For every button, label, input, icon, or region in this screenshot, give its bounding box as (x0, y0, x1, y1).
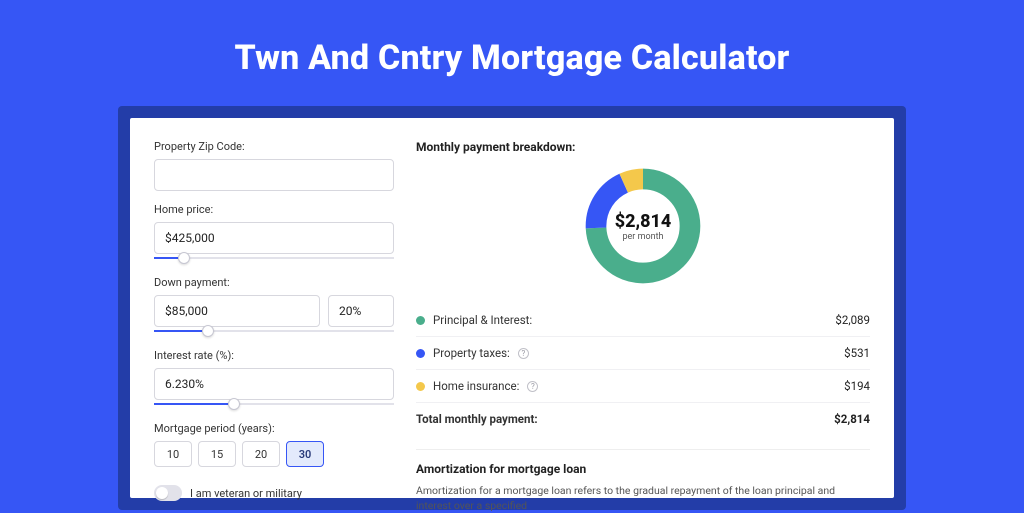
info-icon[interactable]: ? (527, 381, 538, 392)
dot-icon (416, 382, 425, 391)
breakdown-row-taxes: Property taxes: ? $531 (416, 336, 870, 369)
breakdown-label: Home insurance: (433, 379, 519, 393)
down-payment-input[interactable] (154, 295, 320, 327)
breakdown-value: $2,089 (835, 313, 870, 327)
dot-icon (416, 316, 425, 325)
breakdown-heading: Monthly payment breakdown: (416, 140, 870, 154)
donut-center-sub: per month (622, 232, 663, 242)
page-title: Twn And Cntry Mortgage Calculator (234, 38, 789, 78)
breakdown-donut-chart: $2,814 per month (581, 164, 705, 288)
panel-backplate: Property Zip Code: Home price: Down paym… (118, 106, 906, 510)
veteran-label: I am veteran or military (190, 487, 302, 500)
period-option-30[interactable]: 30 (286, 441, 324, 467)
zip-input[interactable] (154, 159, 394, 191)
breakdown-row-insurance: Home insurance: ? $194 (416, 369, 870, 402)
down-payment-label: Down payment: (154, 276, 394, 289)
dot-icon (416, 349, 425, 358)
period-options: 10 15 20 30 (154, 441, 394, 467)
breakdown-value: $531 (844, 346, 870, 360)
zip-label: Property Zip Code: (154, 140, 394, 153)
donut-center-value: $2,814 (615, 211, 672, 232)
home-price-slider[interactable] (154, 252, 394, 264)
interest-rate-input[interactable] (154, 368, 394, 400)
calculator-panel: Property Zip Code: Home price: Down paym… (130, 118, 894, 498)
breakdown-label: Principal & Interest: (433, 313, 532, 327)
form-column: Property Zip Code: Home price: Down paym… (154, 140, 394, 488)
breakdown-row-principal: Principal & Interest: $2,089 (416, 304, 870, 336)
interest-rate-slider[interactable] (154, 398, 394, 410)
breakdown-total-value: $2,814 (834, 412, 870, 426)
veteran-toggle[interactable] (154, 485, 182, 501)
interest-rate-label: Interest rate (%): (154, 349, 394, 362)
period-option-15[interactable]: 15 (198, 441, 236, 467)
breakdown-row-total: Total monthly payment: $2,814 (416, 402, 870, 435)
breakdown-value: $194 (844, 379, 870, 393)
period-option-10[interactable]: 10 (154, 441, 192, 467)
breakdown-column: Monthly payment breakdown: $2,814 per mo… (416, 140, 870, 488)
home-price-label: Home price: (154, 203, 394, 216)
amortization-heading: Amortization for mortgage loan (416, 449, 870, 476)
breakdown-label: Property taxes: (433, 346, 510, 360)
breakdown-total-label: Total monthly payment: (416, 412, 538, 426)
amortization-text: Amortization for a mortgage loan refers … (416, 484, 870, 513)
down-payment-pct-input[interactable] (328, 295, 394, 327)
period-option-20[interactable]: 20 (242, 441, 280, 467)
info-icon[interactable]: ? (518, 348, 529, 359)
down-payment-slider[interactable] (154, 325, 394, 337)
period-label: Mortgage period (years): (154, 422, 394, 435)
home-price-input[interactable] (154, 222, 394, 254)
